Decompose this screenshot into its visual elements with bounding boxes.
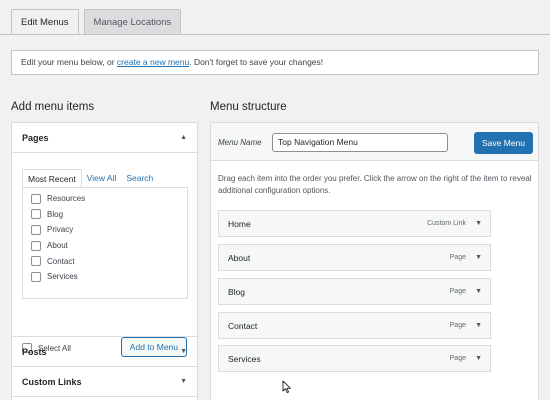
- page-label: About: [47, 241, 68, 251]
- menu-item-blog[interactable]: Blog Page ▼: [218, 278, 491, 305]
- subtab-view-all[interactable]: View All: [82, 169, 122, 187]
- menu-header-bar: Menu Name Top Navigation Menu Save Menu: [211, 123, 538, 161]
- checkbox[interactable]: [31, 209, 41, 220]
- create-new-menu-link[interactable]: create a new menu: [117, 57, 189, 67]
- triangle-down-icon[interactable]: ▼: [475, 245, 482, 271]
- menu-item-type: Custom Link: [427, 220, 466, 227]
- menu-item-title: Home: [228, 219, 251, 229]
- triangle-down-icon: ▼: [180, 348, 187, 355]
- pages-checklist: Resources Blog Privacy About Contact Ser…: [22, 187, 188, 299]
- custom-links-accordion-title: Custom Links: [22, 377, 82, 387]
- save-menu-button[interactable]: Save Menu: [474, 132, 533, 154]
- tabs-divider: [0, 34, 550, 35]
- page-label: Resources: [47, 194, 86, 204]
- list-item[interactable]: Privacy: [23, 222, 187, 238]
- list-item[interactable]: About: [23, 238, 187, 254]
- triangle-down-icon[interactable]: ▼: [475, 313, 482, 339]
- tab-edit-menus[interactable]: Edit Menus: [11, 9, 79, 35]
- menu-item-title: About: [228, 253, 251, 263]
- triangle-down-icon[interactable]: ▼: [475, 346, 482, 372]
- posts-accordion-title: Posts: [22, 347, 47, 357]
- tab-manage-locations[interactable]: Manage Locations: [83, 9, 182, 35]
- menu-item-type: Page: [449, 288, 466, 295]
- menu-item-type: Page: [449, 322, 466, 329]
- drag-instructions: Drag each item into the order you prefer…: [218, 174, 532, 195]
- list-item[interactable]: Resources: [23, 191, 187, 207]
- checkbox[interactable]: [31, 271, 41, 282]
- page-label: Contact: [47, 256, 75, 266]
- add-menu-items-panel: Pages ▲ Most Recent View All Search Reso…: [11, 122, 198, 400]
- menu-structure-heading: Menu structure: [210, 101, 287, 113]
- menu-item-about[interactable]: About Page ▼: [218, 244, 491, 271]
- menu-name-label: Menu Name: [218, 138, 262, 147]
- checkbox[interactable]: [31, 256, 41, 267]
- menu-item-type: Page: [449, 254, 466, 261]
- page-label: Blog: [47, 209, 64, 219]
- mouse-pointer-icon: [282, 380, 291, 394]
- menu-item-services[interactable]: Services Page ▼: [218, 345, 491, 372]
- menu-item-title: Contact: [228, 321, 258, 331]
- notice-prefix: Edit your menu below, or: [21, 57, 117, 67]
- list-item[interactable]: Blog: [23, 207, 187, 223]
- page-label: Privacy: [47, 225, 74, 235]
- pages-accordion-header[interactable]: Pages ▲: [12, 123, 197, 153]
- menu-item-title: Blog: [228, 287, 246, 297]
- subtab-search[interactable]: Search: [121, 169, 158, 187]
- add-menu-items-heading: Add menu items: [11, 101, 95, 113]
- nav-tabs: Edit Menus Manage Locations: [11, 9, 182, 35]
- notice-suffix: . Don't forget to save your changes!: [189, 57, 324, 67]
- triangle-down-icon[interactable]: ▼: [475, 279, 482, 305]
- triangle-down-icon[interactable]: ▼: [475, 211, 482, 237]
- checkbox[interactable]: [31, 224, 41, 235]
- list-item[interactable]: Services: [23, 269, 187, 285]
- edit-menu-notice: Edit your menu below, or create a new me…: [11, 50, 539, 75]
- custom-links-accordion-header[interactable]: Custom Links ▼: [12, 367, 197, 397]
- menu-item-type: Page: [449, 355, 466, 362]
- pages-accordion-title: Pages: [22, 133, 49, 143]
- menu-name-input[interactable]: Top Navigation Menu: [272, 133, 448, 152]
- checkbox[interactable]: [31, 193, 41, 204]
- list-item[interactable]: Contact: [23, 253, 187, 269]
- triangle-up-icon: ▲: [180, 134, 187, 141]
- menu-item-contact[interactable]: Contact Page ▼: [218, 312, 491, 339]
- checkbox[interactable]: [31, 240, 41, 251]
- menu-item-home[interactable]: Home Custom Link ▼: [218, 210, 491, 237]
- posts-accordion-header[interactable]: Posts ▼: [12, 337, 197, 367]
- menu-structure-panel: Menu Name Top Navigation Menu Save Menu …: [210, 122, 539, 400]
- triangle-down-icon: ▼: [180, 378, 187, 385]
- menu-item-title: Services: [228, 354, 261, 364]
- subtab-most-recent[interactable]: Most Recent: [22, 169, 82, 187]
- pages-subtabs: Most Recent View All Search: [22, 169, 158, 187]
- pages-accordion-body: Most Recent View All Search Resources Bl…: [12, 153, 197, 357]
- page-label: Services: [47, 272, 78, 282]
